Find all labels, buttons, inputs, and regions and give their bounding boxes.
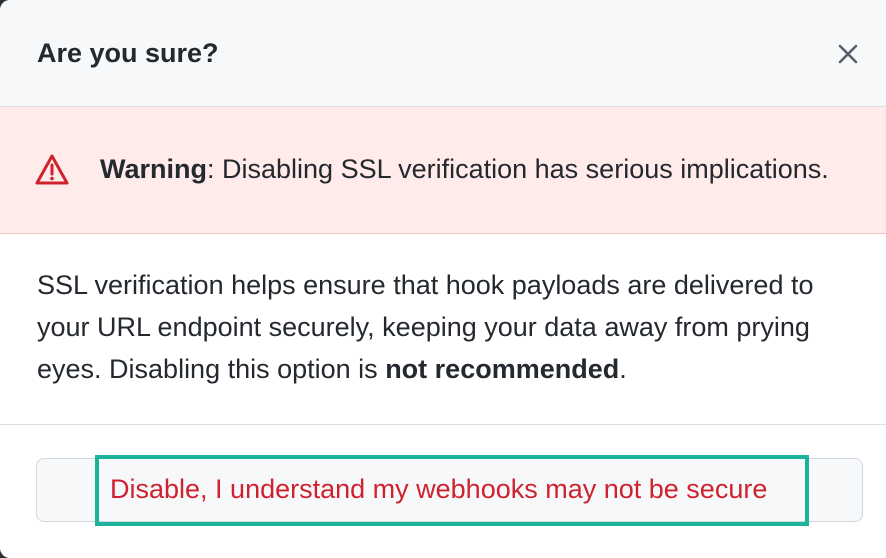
disable-ssl-confirm-label[interactable]: Disable, I understand my webhooks may no… bbox=[110, 472, 767, 506]
body-text-emphasis: not recommended bbox=[385, 354, 620, 384]
warning-message: Warning: Disabling SSL verification has … bbox=[100, 151, 829, 187]
footer-divider bbox=[0, 424, 886, 425]
warning-label: Warning bbox=[100, 154, 207, 184]
warning-banner: Warning: Disabling SSL verification has … bbox=[0, 107, 886, 234]
dialog-header: Are you sure? bbox=[0, 0, 886, 107]
alert-icon bbox=[35, 154, 69, 185]
warning-message-text: : Disabling SSL verification has serious… bbox=[207, 154, 829, 184]
close-button[interactable] bbox=[828, 34, 868, 74]
close-icon bbox=[838, 44, 858, 64]
body-text-end: . bbox=[619, 354, 627, 384]
dialog-body-text: SSL verification helps ensure that hook … bbox=[37, 264, 857, 390]
ssl-confirm-dialog: Are you sure? Warning: Disabling SSL ver… bbox=[0, 0, 886, 558]
dialog-title: Are you sure? bbox=[37, 38, 219, 68]
window-edge bbox=[880, 0, 886, 558]
